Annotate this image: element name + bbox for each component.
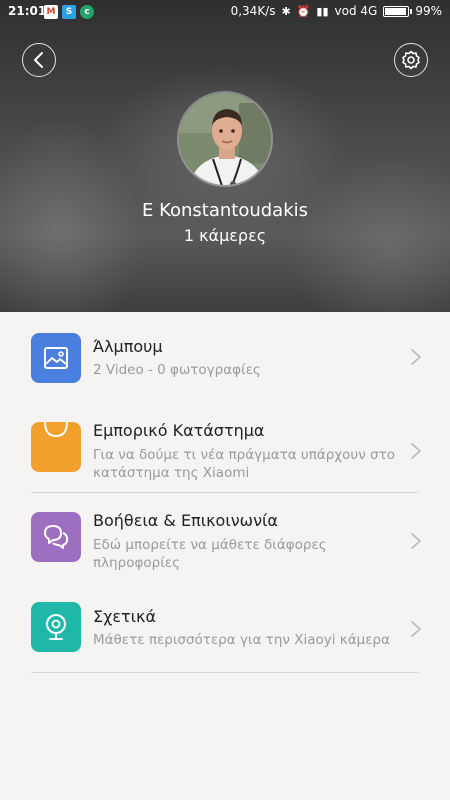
- menu-item-description: Για να δούμε τι νέα πράγματα υπάρχουν στ…: [93, 447, 395, 481]
- status-time: 21:01: [8, 4, 47, 18]
- battery-percent: 99%: [415, 4, 442, 18]
- menu-item-about[interactable]: Σχετικά Μάθετε περισσότερα για την Xiaoy…: [0, 600, 450, 660]
- menu-item-title: Βοήθεια & Επικοινωνία: [93, 511, 278, 530]
- status-bar: 21:01 M S c 0,34K/s ✱ ⏰ ▮▮ vod 4G 99%: [0, 0, 450, 24]
- shopping-bag-icon: [31, 422, 81, 472]
- status-right: 0,34K/s ✱ ⏰ ▮▮ vod 4G 99%: [231, 4, 442, 18]
- chevron-left-icon: [34, 52, 43, 68]
- divider: [31, 492, 419, 493]
- menu-item-title: Σχετικά: [93, 607, 157, 626]
- menu-list: Άλμπουμ 2 Video - 0 φωτογραφίες Εμπορικό…: [0, 312, 450, 800]
- notification-app-icon: c: [80, 5, 94, 19]
- menu-item-title: Εμπορικό Κατάστημα: [93, 421, 265, 440]
- profile-photo: [179, 93, 271, 185]
- menu-item-title: Άλμπουμ: [93, 337, 163, 356]
- album-icon: [31, 333, 81, 383]
- bluetooth-icon: ✱: [281, 4, 291, 18]
- skype-icon: S: [62, 5, 76, 19]
- menu-item-description: 2 Video - 0 φωτογραφίες: [93, 362, 261, 378]
- menu-item-description: Εδώ μπορείτε να μάθετε διάφορες πληροφορ…: [93, 537, 327, 571]
- chat-bubbles-icon: [31, 512, 81, 562]
- back-button[interactable]: [22, 43, 56, 77]
- divider: [31, 672, 419, 673]
- settings-button[interactable]: [394, 43, 428, 77]
- gear-icon: [402, 50, 420, 70]
- menu-item-help[interactable]: Βοήθεια & Επικοινωνία Εδώ μπορείτε να μά…: [0, 506, 450, 580]
- avatar[interactable]: [177, 91, 273, 187]
- battery-fill: [385, 7, 407, 15]
- carrier-label: vod 4G: [334, 4, 378, 18]
- profile-header: 21:01 M S c 0,34K/s ✱ ⏰ ▮▮ vod 4G 99% E …: [0, 0, 450, 312]
- network-speed: 0,34K/s: [230, 4, 276, 18]
- gmail-icon: M: [44, 5, 58, 19]
- signal-icon: ▮▮: [316, 4, 329, 18]
- chevron-right-icon: [411, 621, 421, 637]
- battery-icon: [383, 5, 413, 17]
- camera-icon: [31, 602, 81, 652]
- camera-count: 1 κάμερες: [183, 226, 267, 245]
- menu-item-album[interactable]: Άλμπουμ 2 Video - 0 φωτογραφίες: [0, 328, 450, 398]
- chevron-right-icon: [411, 533, 421, 549]
- menu-item-description: Μάθετε περισσότερα για την Xiaoyi κάμερα: [93, 632, 390, 648]
- alarm-icon: ⏰: [296, 4, 311, 18]
- chevron-right-icon: [411, 443, 421, 459]
- status-app-icons: M S c: [44, 5, 94, 19]
- menu-item-store[interactable]: Εμπορικό Κατάστημα Για να δούμε τι νέα π…: [0, 416, 450, 488]
- profile-name: E Konstantoudakis: [141, 200, 309, 221]
- chevron-right-icon: [411, 349, 421, 365]
